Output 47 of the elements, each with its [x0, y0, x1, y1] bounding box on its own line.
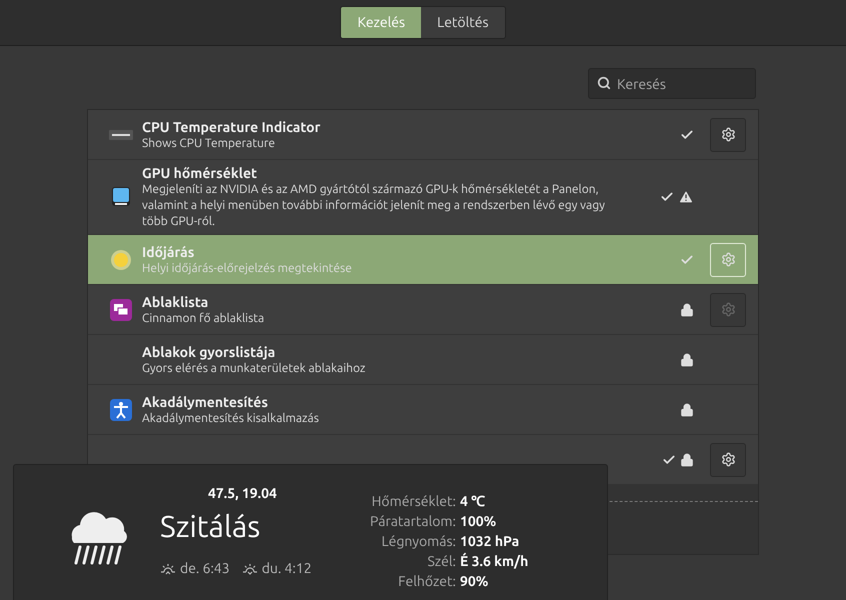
- search-field[interactable]: Keresés: [588, 68, 756, 99]
- detail-value: 90%: [460, 572, 490, 591]
- applet-description: Helyi időjárás-előrejelzés megtekintése: [142, 260, 353, 276]
- applet-description: Akadálymentesítés kisalkalmazás: [142, 410, 320, 426]
- detail-value: 100%: [460, 512, 498, 531]
- applet-title: Ablaklista: [142, 292, 210, 310]
- weather-condition: Szitálás: [160, 508, 262, 545]
- applet-row[interactable]: Ablakok gyorslistája Gyors elérés a munkaterületek ablakaihoz: [88, 335, 758, 385]
- detail-value: 4 ℃: [460, 492, 486, 511]
- tab[interactable]: Letöltés: [421, 7, 505, 38]
- applet-title: CPU Temperature Indicator: [142, 118, 322, 136]
- applet-description: Cinnamon fő ablaklista: [142, 310, 266, 326]
- settings-button[interactable]: [710, 118, 746, 152]
- applet-row[interactable]: GPU hőmérséklet Megjeleníti az NVIDIA és az AMD gyártótól származó GPU-k hőmérsékletét a Panelon, valamint a helyi menüben további információt jelenít meg a rendszerben lévő egy vagy több GPU-ról.: [88, 160, 758, 235]
- detail-label: Páratartalom:: [370, 512, 456, 531]
- applet-row[interactable]: Ablaklista Cinnamon fő ablaklista: [88, 285, 758, 335]
- settings-button[interactable]: [710, 442, 746, 476]
- detail-label: Szél:: [426, 552, 456, 571]
- sun-icon: [110, 248, 132, 270]
- applet-title: Időjárás: [142, 242, 196, 260]
- sunrise-time: de. 6:43: [180, 559, 230, 578]
- applet-row[interactable]: CPU Temperature Indicator Shows CPU Temperature: [88, 110, 758, 160]
- detail-label: Légnyomás:: [380, 532, 456, 551]
- search-icon: [597, 76, 611, 90]
- settings-icon: [720, 452, 736, 467]
- applet-description: Shows CPU Temperature: [142, 136, 276, 152]
- detail-value: É 3.6 km/h: [460, 552, 528, 571]
- sunset-time: du. 4:12: [262, 559, 312, 578]
- temperature-display-icon: [109, 130, 133, 140]
- sunrise-icon: [160, 562, 176, 576]
- applet-row[interactable]: Akadálymentesítés Akadálymentesítés kisalkalmazás: [88, 385, 758, 435]
- coordinates: 47.5, 19.04: [207, 484, 278, 503]
- display-icon: [111, 186, 131, 208]
- applet-description: Megjeleníti az NVIDIA és az AMD gyártótól származó GPU-k hőmérsékletét a Panelon, valamint a helyi menüben további információt jelenít meg a rendszerben lévő egy vagy több GPU-ról.: [142, 182, 606, 230]
- sunset-icon: [242, 562, 258, 576]
- settings-icon: [720, 252, 736, 267]
- detail-label: Felhőzet:: [397, 572, 456, 591]
- applet-title: Akadálymentesítés: [142, 392, 269, 410]
- settings-icon: [720, 302, 736, 317]
- applet-description: Gyors elérés a munkaterületek ablakaihoz: [142, 360, 366, 376]
- settings-icon: [720, 127, 736, 142]
- detail-value: 1032 hPa: [460, 532, 520, 551]
- windows-icon: [110, 298, 132, 320]
- detail-label: Hőmérséklet:: [370, 492, 456, 511]
- accessibility-icon: [110, 398, 132, 420]
- applet-title: Ablakok gyorslistája: [142, 342, 276, 360]
- applet-title: GPU hőmérséklet: [142, 164, 258, 182]
